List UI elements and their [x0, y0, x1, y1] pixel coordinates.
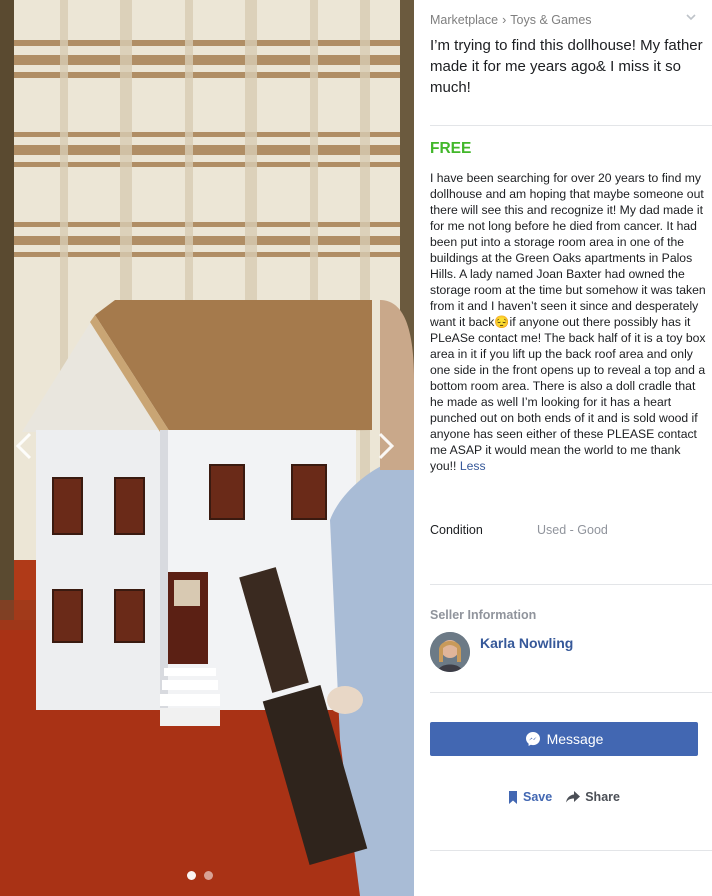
breadcrumb-marketplace[interactable]: Marketplace [430, 13, 498, 27]
chevron-right-icon [378, 432, 395, 460]
condition-value: Used - Good [537, 523, 608, 537]
pagination-dot-1[interactable] [187, 871, 196, 880]
divider [430, 584, 712, 585]
less-link[interactable]: Less [460, 459, 486, 473]
seller-information-heading: Seller Information [430, 608, 537, 622]
message-button-label: Message [546, 731, 604, 747]
dollhouse-photo-image [0, 0, 414, 896]
listing-price: FREE [430, 140, 472, 157]
save-label: Save [523, 790, 553, 804]
listing-details-panel: Marketplace › Toys & Games I’m trying to f… [414, 0, 712, 896]
pagination-dot-2[interactable] [204, 871, 213, 880]
save-button[interactable]: Save [508, 790, 552, 804]
listing-title: I’m trying to find this dollhouse! My fa… [430, 37, 703, 96]
messenger-icon [525, 732, 540, 746]
breadcrumb: Marketplace › Toys & Games [430, 13, 592, 27]
listing-actions: Save Share [430, 790, 698, 804]
bookmark-icon [509, 790, 518, 804]
breadcrumb-separator: › [502, 13, 507, 27]
previous-photo-button[interactable] [10, 426, 40, 466]
share-label: Share [585, 790, 620, 804]
chevron-down-icon[interactable] [684, 10, 698, 24]
message-button[interactable]: Message [430, 722, 698, 756]
photo-pagination [187, 871, 213, 880]
divider [430, 692, 712, 693]
listing-description: I have been searching for over 20 years … [430, 170, 706, 474]
divider [430, 125, 712, 126]
listing-photo[interactable] [0, 0, 414, 896]
condition-label: Condition [430, 523, 483, 537]
breadcrumb-category[interactable]: Toys & Games [510, 13, 591, 27]
divider [430, 850, 712, 851]
description-text: I have been searching for over 20 years … [430, 171, 706, 473]
seller-name[interactable]: Karla Nowling [480, 635, 573, 651]
share-arrow-icon [566, 791, 581, 803]
share-button[interactable]: Share [566, 790, 620, 804]
chevron-left-icon [15, 432, 32, 460]
next-photo-button[interactable] [370, 426, 400, 466]
avatar[interactable] [430, 632, 470, 672]
seller-avatar-image [430, 632, 470, 672]
